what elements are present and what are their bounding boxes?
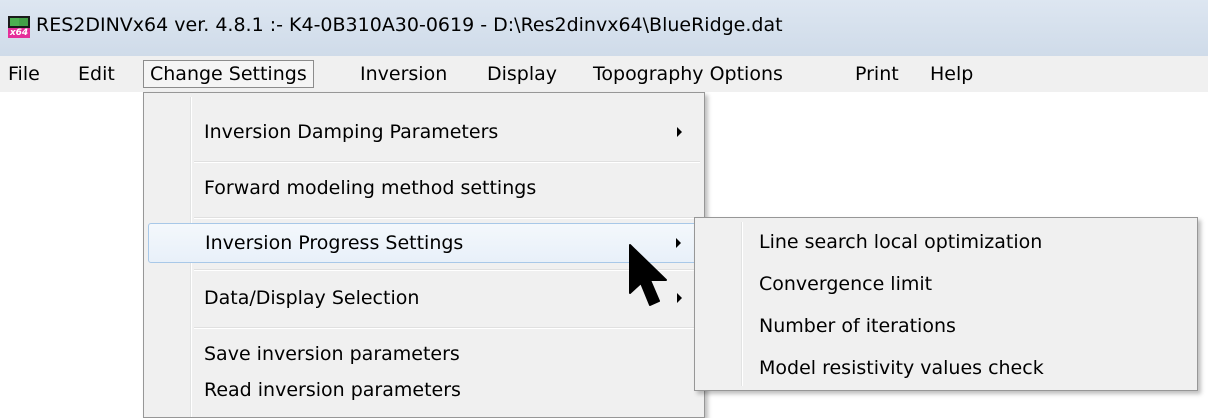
menu-item-inversion-progress-settings[interactable]: Inversion Progress Settings [148, 223, 700, 263]
inversion-progress-submenu: Line search local optimization Convergen… [694, 217, 1198, 391]
res2dinv-app-icon[interactable]: x64 [8, 16, 30, 38]
change-settings-dropdown: Inversion Damping Parameters Forward mod… [143, 92, 705, 418]
icon-x64-label: x64 [8, 28, 30, 38]
menu-inversion[interactable]: Inversion [354, 60, 453, 88]
menu-separator [194, 269, 700, 271]
submenu-item-number-of-iterations[interactable]: Number of iterations [699, 308, 1193, 348]
menu-separator [194, 161, 700, 163]
menu-help[interactable]: Help [924, 60, 979, 88]
submenu-arrow-icon [677, 127, 682, 137]
menu-item-read-inversion-parameters[interactable]: Read inversion parameters [148, 371, 700, 411]
menu-separator [194, 327, 700, 329]
menu-item-data-display-selection[interactable]: Data/Display Selection [148, 279, 700, 319]
menu-item-label: Read inversion parameters [204, 379, 461, 401]
menu-item-label: Data/Display Selection [204, 287, 420, 309]
submenu-arrow-icon [677, 293, 682, 303]
submenu-item-label: Model resistivity values check [759, 357, 1044, 379]
menu-separator [194, 217, 700, 219]
menu-file[interactable]: File [2, 60, 46, 88]
menu-item-label: Save inversion parameters [204, 343, 460, 365]
menu-topography-options[interactable]: Topography Options [587, 60, 789, 88]
submenu-arrow-icon [676, 238, 681, 248]
icon-square [19, 18, 28, 26]
submenu-item-label: Line search local optimization [759, 231, 1043, 253]
arrow-cursor-icon [629, 244, 667, 306]
menu-print[interactable]: Print [849, 60, 905, 88]
icon-square [10, 18, 19, 26]
submenu-item-label: Convergence limit [759, 273, 933, 295]
title-bar: x64 RES2DINVx64 ver. 4.8.1 :- K4-0B310A3… [0, 0, 1208, 56]
submenu-item-model-resistivity-check[interactable]: Model resistivity values check [699, 350, 1193, 390]
menu-item-save-inversion-parameters[interactable]: Save inversion parameters [148, 335, 700, 375]
menu-display[interactable]: Display [481, 60, 563, 88]
window-title: RES2DINVx64 ver. 4.8.1 :- K4-0B310A30-06… [36, 14, 783, 36]
submenu-item-label: Number of iterations [759, 315, 956, 337]
menu-item-label: Forward modeling method settings [204, 177, 537, 199]
menu-item-forward-modeling-method-settings[interactable]: Forward modeling method settings [148, 169, 700, 209]
menu-edit[interactable]: Edit [72, 60, 121, 88]
menu-item-label: Inversion Progress Settings [205, 232, 464, 254]
submenu-item-line-search[interactable]: Line search local optimization [699, 224, 1193, 264]
menu-item-label: Inversion Damping Parameters [204, 121, 499, 143]
submenu-item-convergence-limit[interactable]: Convergence limit [699, 266, 1193, 306]
menu-bar: File Edit Change Settings Inversion Disp… [0, 56, 1208, 92]
menu-change-settings[interactable]: Change Settings [143, 60, 314, 88]
menu-item-inversion-damping-parameters[interactable]: Inversion Damping Parameters [148, 113, 700, 153]
